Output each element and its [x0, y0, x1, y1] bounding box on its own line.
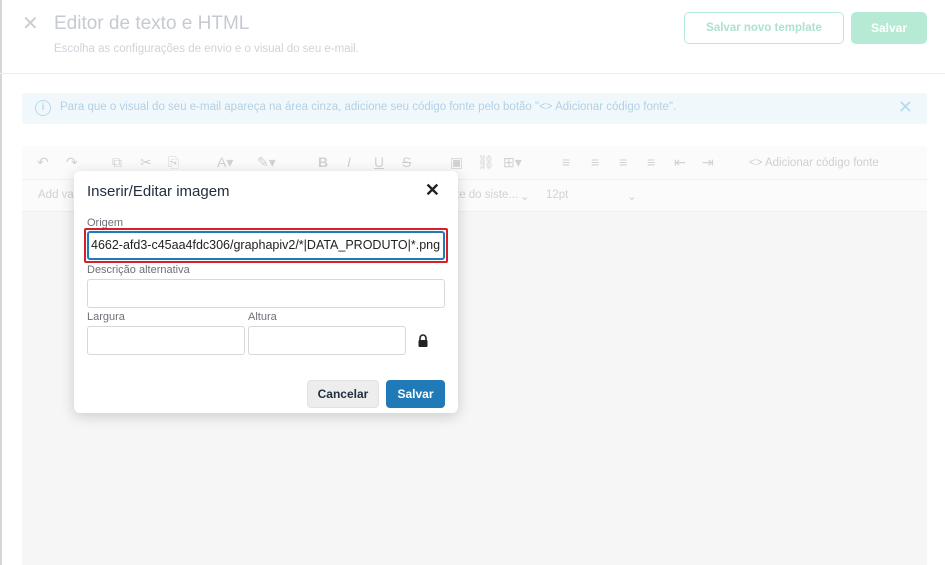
cancel-button[interactable]: Cancelar: [307, 380, 379, 408]
width-input[interactable]: [87, 326, 245, 355]
chevron-down-icon: ⌄: [627, 191, 637, 203]
save-new-template-button[interactable]: Salvar novo template: [684, 12, 844, 44]
info-banner: i Para que o visual do seu e-mail apareç…: [22, 93, 927, 124]
align-right-icon[interactable]: ≡: [619, 154, 627, 170]
text-color-icon[interactable]: A▾: [217, 154, 233, 171]
close-dialog-icon[interactable]: ✕: [425, 180, 440, 201]
redo-icon[interactable]: ↷: [66, 154, 78, 171]
save-button[interactable]: Salvar: [851, 12, 927, 44]
add-source-code-button[interactable]: <> Adicionar código fonte: [749, 157, 879, 169]
font-size-select[interactable]: 12pt: [546, 189, 568, 201]
image-icon[interactable]: ▣: [450, 154, 463, 171]
alt-description-input[interactable]: [87, 279, 445, 308]
undo-icon[interactable]: ↶: [37, 154, 49, 171]
close-banner-icon[interactable]: ✕: [898, 97, 913, 118]
chevron-down-icon: ⌄: [520, 191, 530, 203]
dialog-title: Inserir/Editar imagem: [87, 183, 230, 200]
alt-description-label: Descrição alternativa: [87, 264, 190, 276]
bold-icon[interactable]: B: [318, 154, 328, 170]
height-label: Altura: [248, 311, 277, 323]
format-select[interactable]: Add var: [38, 189, 78, 201]
font-family-select[interactable]: te do siste...: [456, 189, 518, 201]
paste-icon[interactable]: ⎘: [168, 154, 179, 171]
source-input[interactable]: 4662-afd3-c45aa4fdc306/graphapiv2/*|DATA…: [87, 231, 445, 260]
height-input[interactable]: [248, 326, 406, 355]
page-subtitle: Escolha as configurações de envio e o vi…: [54, 43, 359, 55]
insert-image-dialog: Inserir/Editar imagem ✕ Origem 4662-afd3…: [74, 171, 458, 413]
cut-icon[interactable]: ✂: [140, 154, 152, 171]
link-icon[interactable]: ⛓: [477, 154, 495, 171]
highlight-color-icon[interactable]: ✎▾: [257, 154, 276, 171]
page-header: ✕ Editor de texto e HTML Escolha as conf…: [0, 0, 945, 74]
info-icon: i: [35, 100, 51, 116]
align-justify-icon[interactable]: ≡: [647, 154, 655, 170]
italic-icon[interactable]: I: [347, 154, 351, 170]
dialog-save-button[interactable]: Salvar: [386, 380, 445, 408]
align-center-icon[interactable]: ≡: [591, 154, 599, 170]
table-icon[interactable]: ⊞▾: [503, 154, 522, 171]
strikethrough-icon[interactable]: S: [402, 154, 411, 170]
left-border: [0, 0, 2, 565]
close-editor-icon[interactable]: ✕: [22, 11, 39, 36]
underline-icon[interactable]: U: [374, 154, 384, 170]
page-title: Editor de texto e HTML: [54, 13, 250, 34]
indent-icon[interactable]: ⇥: [702, 154, 714, 171]
align-left-icon[interactable]: ≡: [562, 154, 570, 170]
copy-icon[interactable]: ⧉: [112, 154, 122, 171]
outdent-icon[interactable]: ⇤: [674, 154, 686, 171]
banner-text: Para que o visual do seu e-mail apareça …: [60, 101, 677, 113]
width-label: Largura: [87, 311, 125, 323]
lock-icon[interactable]: [417, 334, 429, 348]
